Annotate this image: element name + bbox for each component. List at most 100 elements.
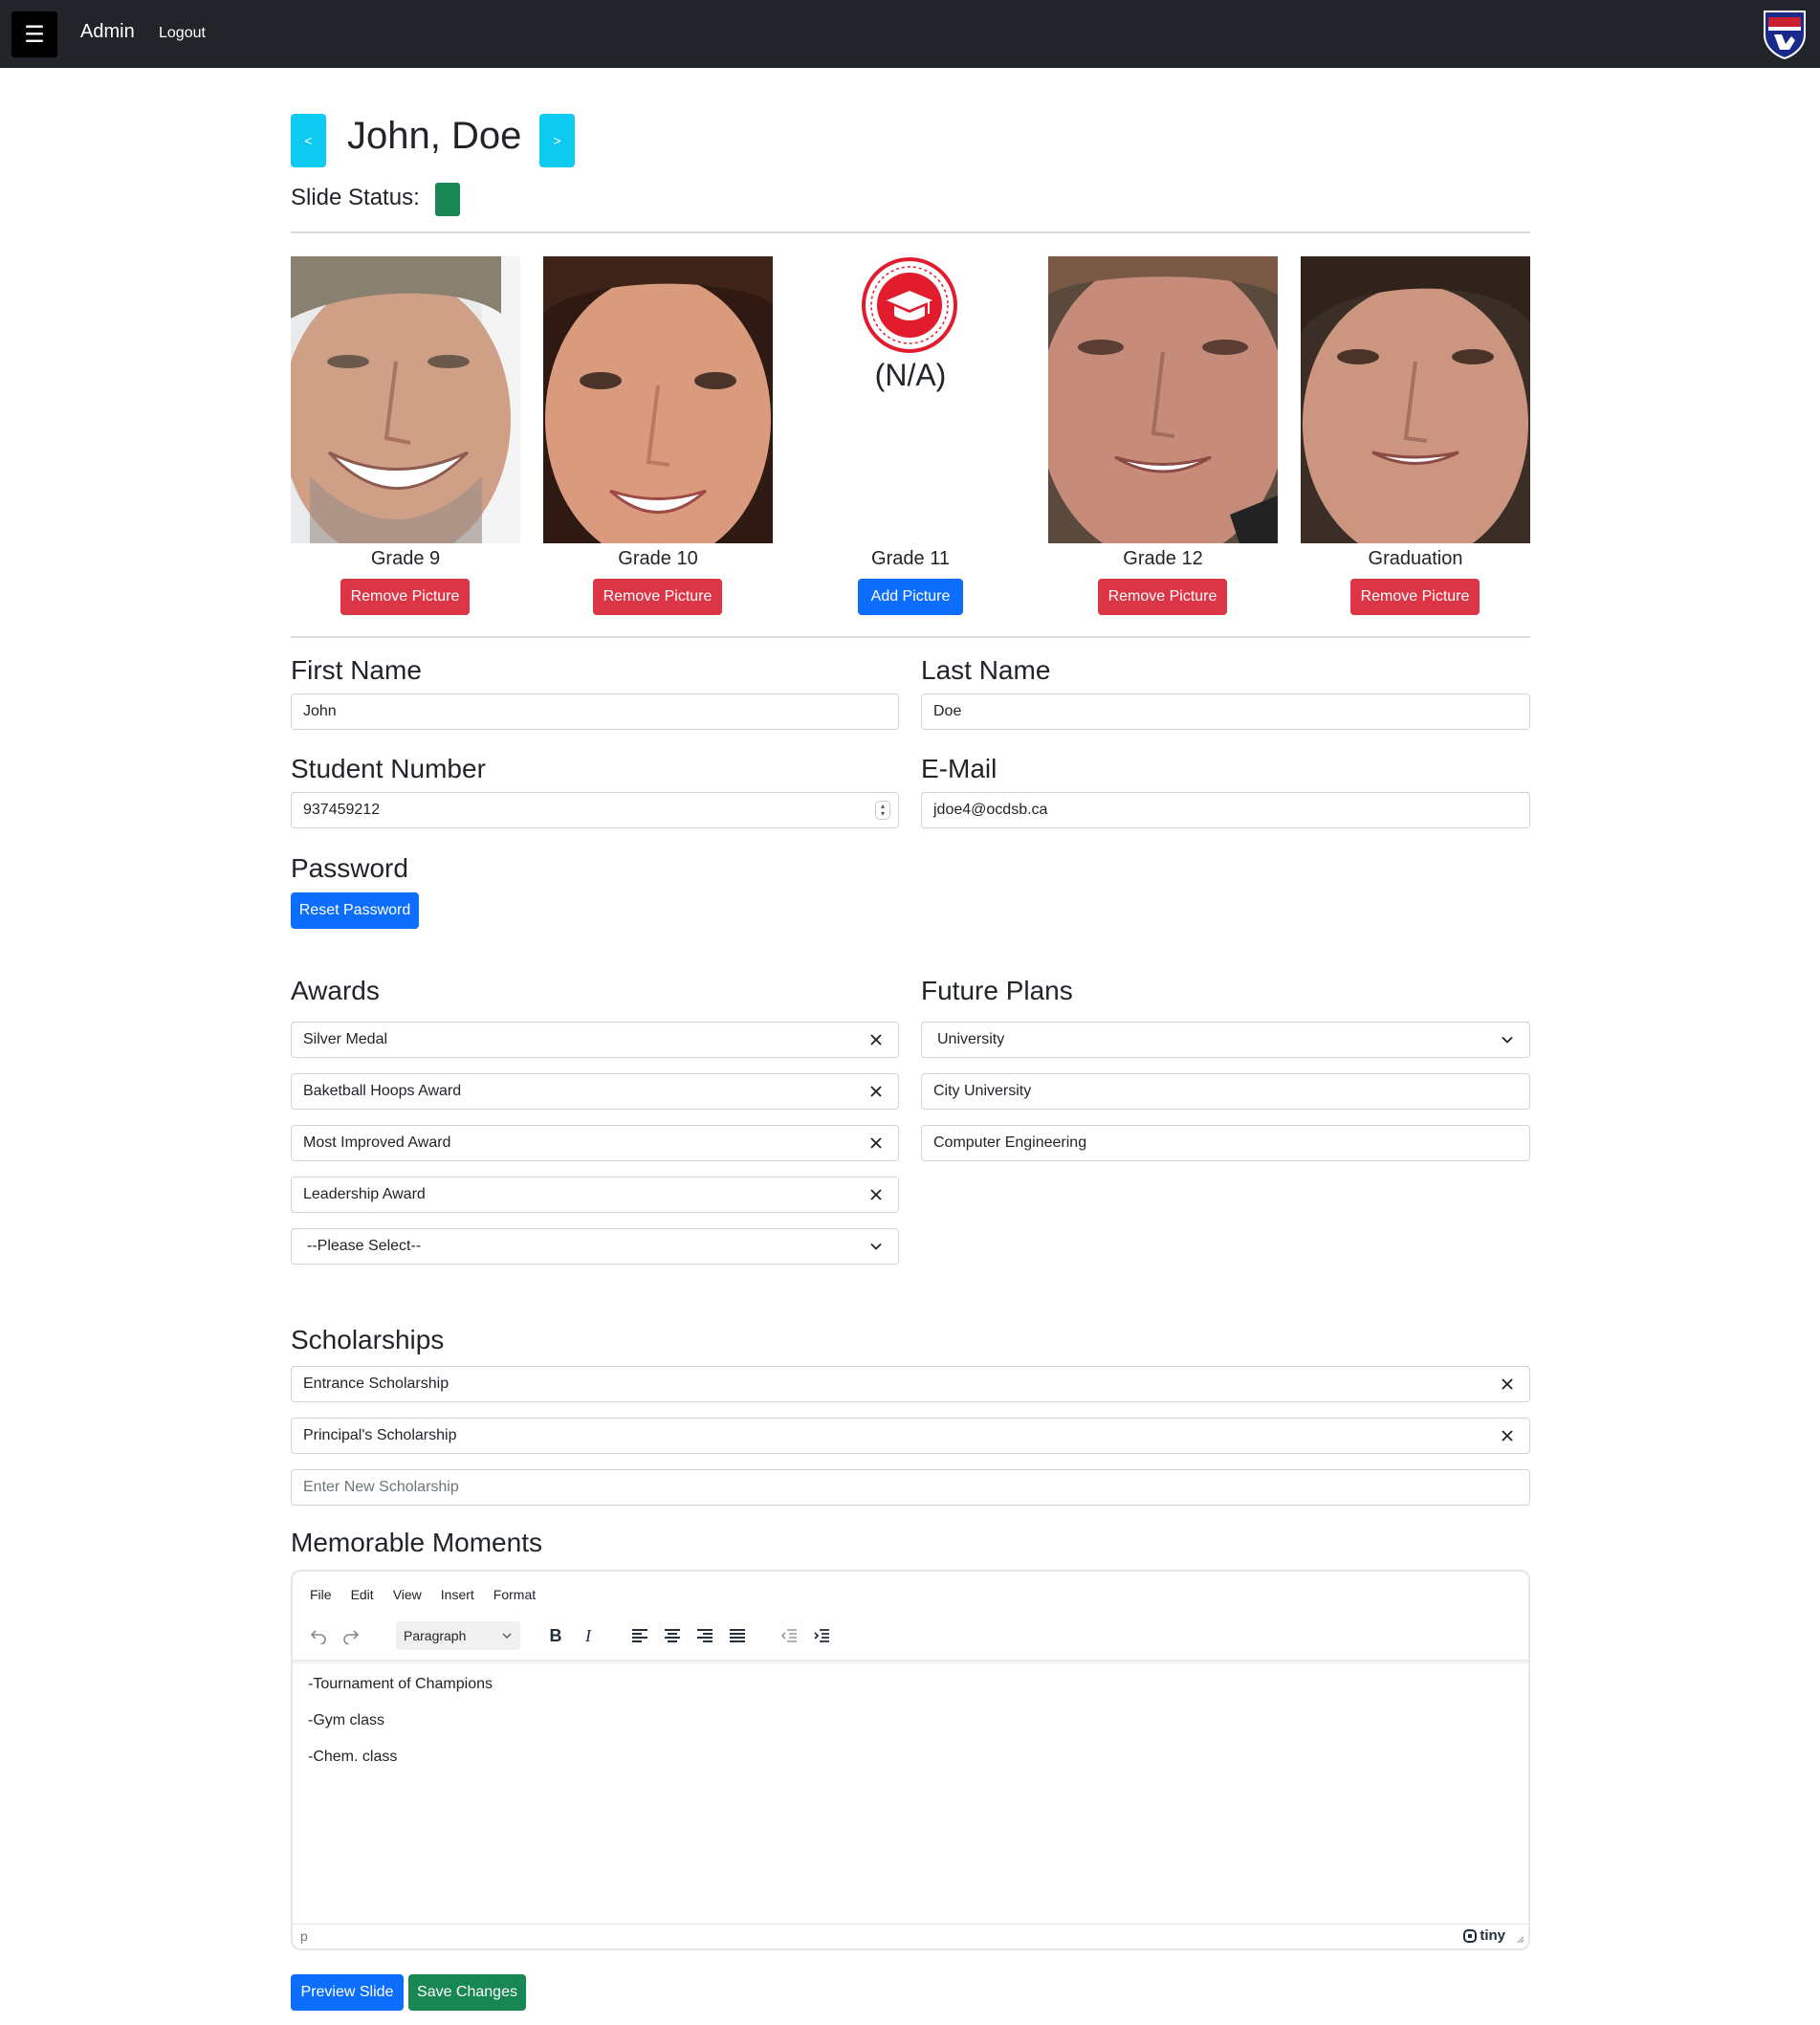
close-icon[interactable] — [869, 1085, 883, 1098]
remove-picture-button[interactable]: Remove Picture — [1098, 579, 1227, 615]
chevron-down-icon — [1502, 1036, 1513, 1044]
align-justify-icon[interactable] — [721, 1621, 754, 1650]
remove-picture-button[interactable]: Remove Picture — [593, 579, 722, 615]
close-icon[interactable] — [1501, 1377, 1514, 1391]
editor-content-area[interactable]: -Tournament of Champions -Gym class -Che… — [308, 1675, 1513, 1784]
divider — [291, 231, 1530, 233]
email-value: jdoe4@ocdsb.ca — [933, 802, 1048, 818]
email-label: E-Mail — [921, 754, 998, 783]
resize-handle-icon[interactable] — [1515, 1934, 1524, 1944]
first-name-input[interactable]: John — [291, 693, 899, 730]
reset-password-button[interactable]: Reset Password — [291, 892, 419, 929]
toolbar-shadow — [293, 1660, 1528, 1665]
navbar-brand[interactable]: Admin — [80, 21, 135, 43]
number-spinner-icon[interactable]: ▴ ▾ — [875, 801, 890, 820]
future-plans-type-select[interactable]: University — [921, 1022, 1530, 1058]
student-number-input[interactable]: 937459212 ▴ ▾ — [291, 792, 899, 828]
undo-icon[interactable] — [302, 1621, 335, 1650]
close-icon[interactable] — [869, 1033, 883, 1046]
award-select-value: --Please Select-- — [307, 1238, 422, 1254]
future-plans-institution-value: City University — [933, 1083, 1032, 1099]
slide-status-label: Slide Status: — [291, 185, 420, 210]
scholarships-label: Scholarships — [291, 1325, 445, 1354]
remove-picture-button[interactable]: Remove Picture — [340, 579, 470, 615]
next-student-button[interactable]: > — [539, 114, 575, 167]
awards-label: Awards — [291, 976, 380, 1005]
photo-grade-9 — [291, 256, 520, 543]
element-path[interactable]: p — [300, 1928, 308, 1944]
new-scholarship-input[interactable]: Enter New Scholarship — [291, 1469, 1530, 1506]
chevron-down-icon — [502, 1633, 512, 1639]
future-plans-institution-input[interactable]: City University — [921, 1073, 1530, 1110]
bold-icon[interactable]: B — [539, 1621, 572, 1650]
editor-menubar: File Edit View Insert Format — [310, 1587, 536, 1602]
future-plans-label: Future Plans — [921, 976, 1073, 1005]
last-name-value: Doe — [933, 703, 962, 719]
next-icon: > — [553, 133, 561, 148]
preview-slide-button[interactable]: Preview Slide — [291, 1974, 404, 2011]
menu-insert[interactable]: Insert — [441, 1587, 474, 1602]
close-icon[interactable] — [869, 1188, 883, 1201]
indent-icon[interactable] — [805, 1621, 838, 1650]
close-icon[interactable] — [1501, 1429, 1514, 1442]
save-changes-button[interactable]: Save Changes — [408, 1974, 526, 2011]
student-number-value: 937459212 — [303, 802, 381, 818]
student-number-label: Student Number — [291, 754, 486, 783]
add-picture-button[interactable]: Add Picture — [858, 579, 963, 615]
school-crest-logo — [1761, 8, 1809, 60]
no-picture-text: (N/A) — [874, 358, 947, 392]
redo-icon[interactable] — [335, 1621, 367, 1650]
scholarship-item-text: Principal's Scholarship — [303, 1427, 457, 1443]
award-item[interactable]: Silver Medal — [291, 1022, 899, 1058]
award-item[interactable]: Leadership Award — [291, 1177, 899, 1213]
email-input[interactable]: jdoe4@ocdsb.ca — [921, 792, 1530, 828]
grade-label: Grade 10 — [618, 548, 698, 569]
future-plans-type-value: University — [937, 1031, 1005, 1047]
future-plans-program-input[interactable]: Computer Engineering — [921, 1125, 1530, 1161]
award-item-text: Silver Medal — [303, 1031, 388, 1047]
tiny-branding-text: tiny — [1480, 1927, 1505, 1944]
photo-graduation — [1301, 256, 1530, 543]
menu-view[interactable]: View — [393, 1587, 422, 1602]
top-navbar: ☰ Admin Logout — [0, 0, 1820, 68]
last-name-label: Last Name — [921, 655, 1051, 685]
password-label: Password — [291, 853, 408, 883]
outdent-icon[interactable] — [773, 1621, 805, 1650]
block-format-select[interactable]: Paragraph — [396, 1621, 520, 1650]
last-name-input[interactable]: Doe — [921, 693, 1530, 730]
award-item-text: Leadership Award — [303, 1186, 426, 1202]
tiny-logo-icon — [1463, 1928, 1478, 1943]
previous-icon: < — [304, 133, 313, 148]
editor-paragraph: -Gym class — [308, 1712, 384, 1728]
grade-label: Grade 12 — [1123, 548, 1203, 569]
scholarship-item[interactable]: Entrance Scholarship — [291, 1366, 1530, 1402]
chevron-down-icon — [870, 1243, 882, 1250]
hamburger-menu-button[interactable]: ☰ — [11, 11, 57, 57]
menu-file[interactable]: File — [310, 1587, 332, 1602]
align-left-icon[interactable] — [624, 1621, 656, 1650]
tiny-branding[interactable]: tiny — [1463, 1927, 1505, 1944]
align-right-icon[interactable] — [689, 1621, 721, 1650]
editor-toolbar: Paragraph B I — [302, 1621, 838, 1650]
remove-picture-button[interactable]: Remove Picture — [1350, 579, 1480, 615]
close-icon[interactable] — [869, 1136, 883, 1150]
first-name-value: John — [303, 703, 337, 719]
award-item[interactable]: Baketball Hoops Award — [291, 1073, 899, 1110]
previous-student-button[interactable]: < — [291, 114, 326, 167]
photo-grade-12 — [1048, 256, 1278, 543]
grade-label: Graduation — [1368, 548, 1463, 569]
new-scholarship-placeholder: Enter New Scholarship — [303, 1479, 459, 1495]
editor-statusbar: p tiny — [293, 1924, 1528, 1948]
award-item-text: Baketball Hoops Award — [303, 1083, 462, 1099]
logout-link[interactable]: Logout — [159, 25, 206, 42]
award-item[interactable]: Most Improved Award — [291, 1125, 899, 1161]
align-center-icon[interactable] — [656, 1621, 689, 1650]
scholarship-item[interactable]: Principal's Scholarship — [291, 1418, 1530, 1454]
award-select[interactable]: --Please Select-- — [291, 1228, 899, 1265]
menu-edit[interactable]: Edit — [351, 1587, 374, 1602]
italic-icon[interactable]: I — [572, 1621, 604, 1650]
menu-format[interactable]: Format — [493, 1587, 536, 1602]
future-plans-program-value: Computer Engineering — [933, 1134, 1087, 1151]
photo-grade-10 — [543, 256, 773, 543]
award-item-text: Most Improved Award — [303, 1134, 451, 1151]
